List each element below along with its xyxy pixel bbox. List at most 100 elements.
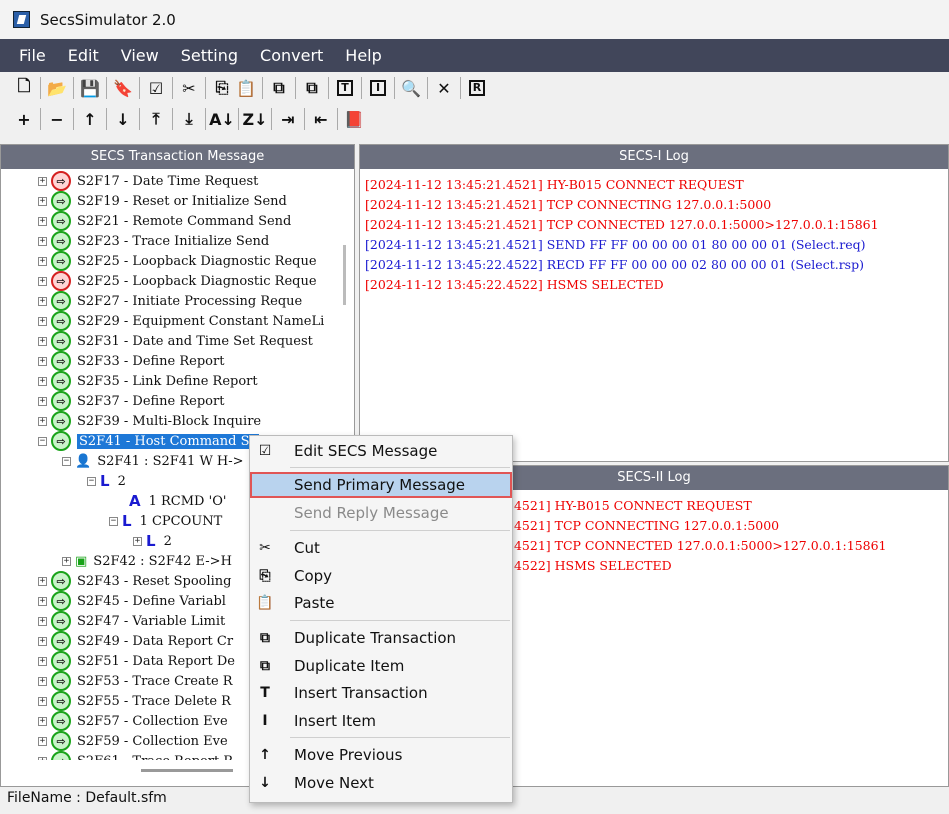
tree-child-item[interactable]: + ▣ S2F42 : S2F42 E->H xyxy=(62,551,232,571)
expand-icon[interactable]: + xyxy=(38,616,47,626)
expand-icon[interactable]: + xyxy=(38,596,47,606)
expand-icon[interactable]: − xyxy=(109,516,118,526)
expand-icon[interactable]: + xyxy=(38,636,47,646)
expand-icon[interactable]: + xyxy=(38,336,47,346)
ctx-move-previous[interactable]: ↑ Move Previous xyxy=(250,742,512,768)
tree-item[interactable]: + ⇨ S2F55 - Trace Delete R xyxy=(38,691,231,711)
expand-icon[interactable]: + xyxy=(38,736,47,746)
expand-icon[interactable]: + xyxy=(62,556,71,566)
tree-item[interactable]: + ⇨ S2F21 - Remote Command Send xyxy=(38,211,291,231)
ctx-paste[interactable]: 📋 Paste xyxy=(250,590,512,616)
vertical-scrollbar[interactable] xyxy=(343,245,346,305)
expand-icon[interactable]: + xyxy=(38,176,47,186)
expand-icon[interactable]: + xyxy=(38,676,47,686)
expand-icon[interactable]: + xyxy=(38,356,47,366)
ctx-edit-secs-message[interactable]: ☑ Edit SECS Message xyxy=(250,438,512,464)
expand-icon[interactable]: + xyxy=(38,236,47,246)
ctx-insert-transaction[interactable]: T Insert Transaction xyxy=(250,680,512,706)
ctx-duplicate-transaction[interactable]: ⧉ Duplicate Transaction xyxy=(250,625,512,651)
tree-item[interactable]: + ⇨ S2F19 - Reset or Initialize Send xyxy=(38,191,287,211)
duplicate-transaction-button[interactable]: ⧉ xyxy=(267,76,291,100)
ctx-copy[interactable]: ⎘ Copy xyxy=(250,563,512,589)
sort-za-button[interactable]: Z↓ xyxy=(243,107,268,131)
tree-item[interactable]: + ⇨ S2F57 - Collection Eve xyxy=(38,711,228,731)
expand-icon[interactable]: + xyxy=(38,396,47,406)
expand-icon[interactable]: − xyxy=(62,456,71,466)
expand-icon[interactable]: − xyxy=(87,476,96,486)
tree-item[interactable]: + ⇨ S2F51 - Data Report De xyxy=(38,651,235,671)
tree-item[interactable]: + ⇨ S2F49 - Data Report Cr xyxy=(38,631,233,651)
tree-item[interactable]: + ⇨ S2F43 - Reset Spooling xyxy=(38,571,232,591)
move-down-button[interactable]: ↓ xyxy=(111,107,135,131)
menu-view[interactable]: View xyxy=(121,42,159,69)
add-button[interactable]: + xyxy=(12,107,36,131)
book-button[interactable]: 📕 xyxy=(342,107,366,131)
new-file-button[interactable]: 🗋 xyxy=(12,76,36,100)
tree-item[interactable]: + ⇨ S2F39 - Multi-Block Inquire xyxy=(38,411,261,431)
tree-child-item[interactable]: A 1 RCMD 'O' xyxy=(129,491,226,511)
expand-icon[interactable]: + xyxy=(38,296,47,306)
bookmark-button[interactable]: 🔖 xyxy=(111,76,135,100)
expand-icon[interactable]: + xyxy=(38,196,47,206)
tree-item[interactable]: + ⇨ S2F27 - Initiate Processing Reque xyxy=(38,291,302,311)
tree-child-item[interactable]: − L 2 xyxy=(87,471,126,491)
tree-item[interactable]: + ⇨ S2F17 - Date Time Request xyxy=(38,171,258,191)
ctx-duplicate-item[interactable]: ⧉ Duplicate Item xyxy=(250,653,512,679)
expand-icon[interactable]: + xyxy=(38,756,47,760)
insert-item-button[interactable]: I xyxy=(366,76,390,100)
paste-button[interactable]: 📋 xyxy=(234,76,258,100)
menu-help[interactable]: Help xyxy=(345,42,381,69)
tree-item[interactable]: + ⇨ S2F35 - Link Define Report xyxy=(38,371,258,391)
tree-child-item[interactable]: − L 1 CPCOUNT xyxy=(109,511,222,531)
export-button[interactable]: ⇤ xyxy=(309,107,333,131)
tree-child-item[interactable]: + L 2 xyxy=(133,531,172,551)
expand-icon[interactable]: + xyxy=(38,376,47,386)
duplicate-item-button[interactable]: ⧉ xyxy=(300,76,324,100)
insert-transaction-button[interactable]: T xyxy=(333,76,357,100)
tree-item[interactable]: + ⇨ S2F47 - Variable Limit xyxy=(38,611,225,631)
tree-item[interactable]: + ⇨ S2F23 - Trace Initialize Send xyxy=(38,231,269,251)
reply-button[interactable]: R xyxy=(465,76,489,100)
expand-icon[interactable]: + xyxy=(38,316,47,326)
delete-button[interactable]: ✕ xyxy=(432,76,456,100)
ctx-send-primary-message[interactable]: Send Primary Message xyxy=(250,472,512,498)
expand-icon[interactable]: + xyxy=(38,696,47,706)
expand-icon[interactable]: + xyxy=(133,536,142,546)
tree-item[interactable]: + ⇨ S2F37 - Define Report xyxy=(38,391,224,411)
menu-file[interactable]: File xyxy=(19,42,46,69)
copy-button[interactable]: ⎘ xyxy=(210,76,234,100)
tree-item[interactable]: + ⇨ S2F59 - Collection Eve xyxy=(38,731,228,751)
open-folder-button[interactable]: 📂 xyxy=(45,76,69,100)
move-up-button[interactable]: ↑ xyxy=(78,107,102,131)
menu-setting[interactable]: Setting xyxy=(181,42,238,69)
expand-icon[interactable]: + xyxy=(38,276,47,286)
tree-item[interactable]: + ⇨ S2F61 - Trace Report R xyxy=(38,751,233,760)
tree-item[interactable]: + ⇨ S2F53 - Trace Create R xyxy=(38,671,233,691)
find-button[interactable]: 🔍 xyxy=(399,76,423,100)
ctx-insert-item[interactable]: I Insert Item xyxy=(250,708,512,734)
move-bottom-button[interactable]: ⤓ xyxy=(177,107,201,131)
remove-button[interactable]: − xyxy=(45,107,69,131)
ctx-move-next[interactable]: ↓ Move Next xyxy=(250,770,512,796)
tree-item[interactable]: + ⇨ S2F25 - Loopback Diagnostic Reque xyxy=(38,251,317,271)
ctx-cut[interactable]: ✂ Cut xyxy=(250,535,512,561)
expand-icon[interactable]: + xyxy=(38,656,47,666)
tree-item[interactable]: + ⇨ S2F25 - Loopback Diagnostic Reque xyxy=(38,271,317,291)
expand-icon[interactable]: + xyxy=(38,416,47,426)
tree-item[interactable]: + ⇨ S2F29 - Equipment Constant NameLi xyxy=(38,311,324,331)
expand-icon[interactable]: − xyxy=(38,436,47,446)
expand-icon[interactable]: + xyxy=(38,216,47,226)
tree-child-item[interactable]: − 👤 S2F41 : S2F41 W H-> xyxy=(62,451,244,471)
menu-edit[interactable]: Edit xyxy=(68,42,99,69)
tree-item[interactable]: − ⇨ S2F41 - Host Command Se xyxy=(38,431,260,451)
save-button[interactable]: 💾 xyxy=(78,76,102,100)
tree-item[interactable]: + ⇨ S2F31 - Date and Time Set Request xyxy=(38,331,313,351)
expand-icon[interactable]: + xyxy=(38,576,47,586)
edit-button[interactable]: ☑ xyxy=(144,76,168,100)
import-button[interactable]: ⇥ xyxy=(276,107,300,131)
horizontal-scrollbar[interactable] xyxy=(141,769,233,772)
cut-button[interactable]: ✂ xyxy=(177,76,201,100)
menu-convert[interactable]: Convert xyxy=(260,42,323,69)
tree-item[interactable]: + ⇨ S2F33 - Define Report xyxy=(38,351,224,371)
expand-icon[interactable]: + xyxy=(38,716,47,726)
